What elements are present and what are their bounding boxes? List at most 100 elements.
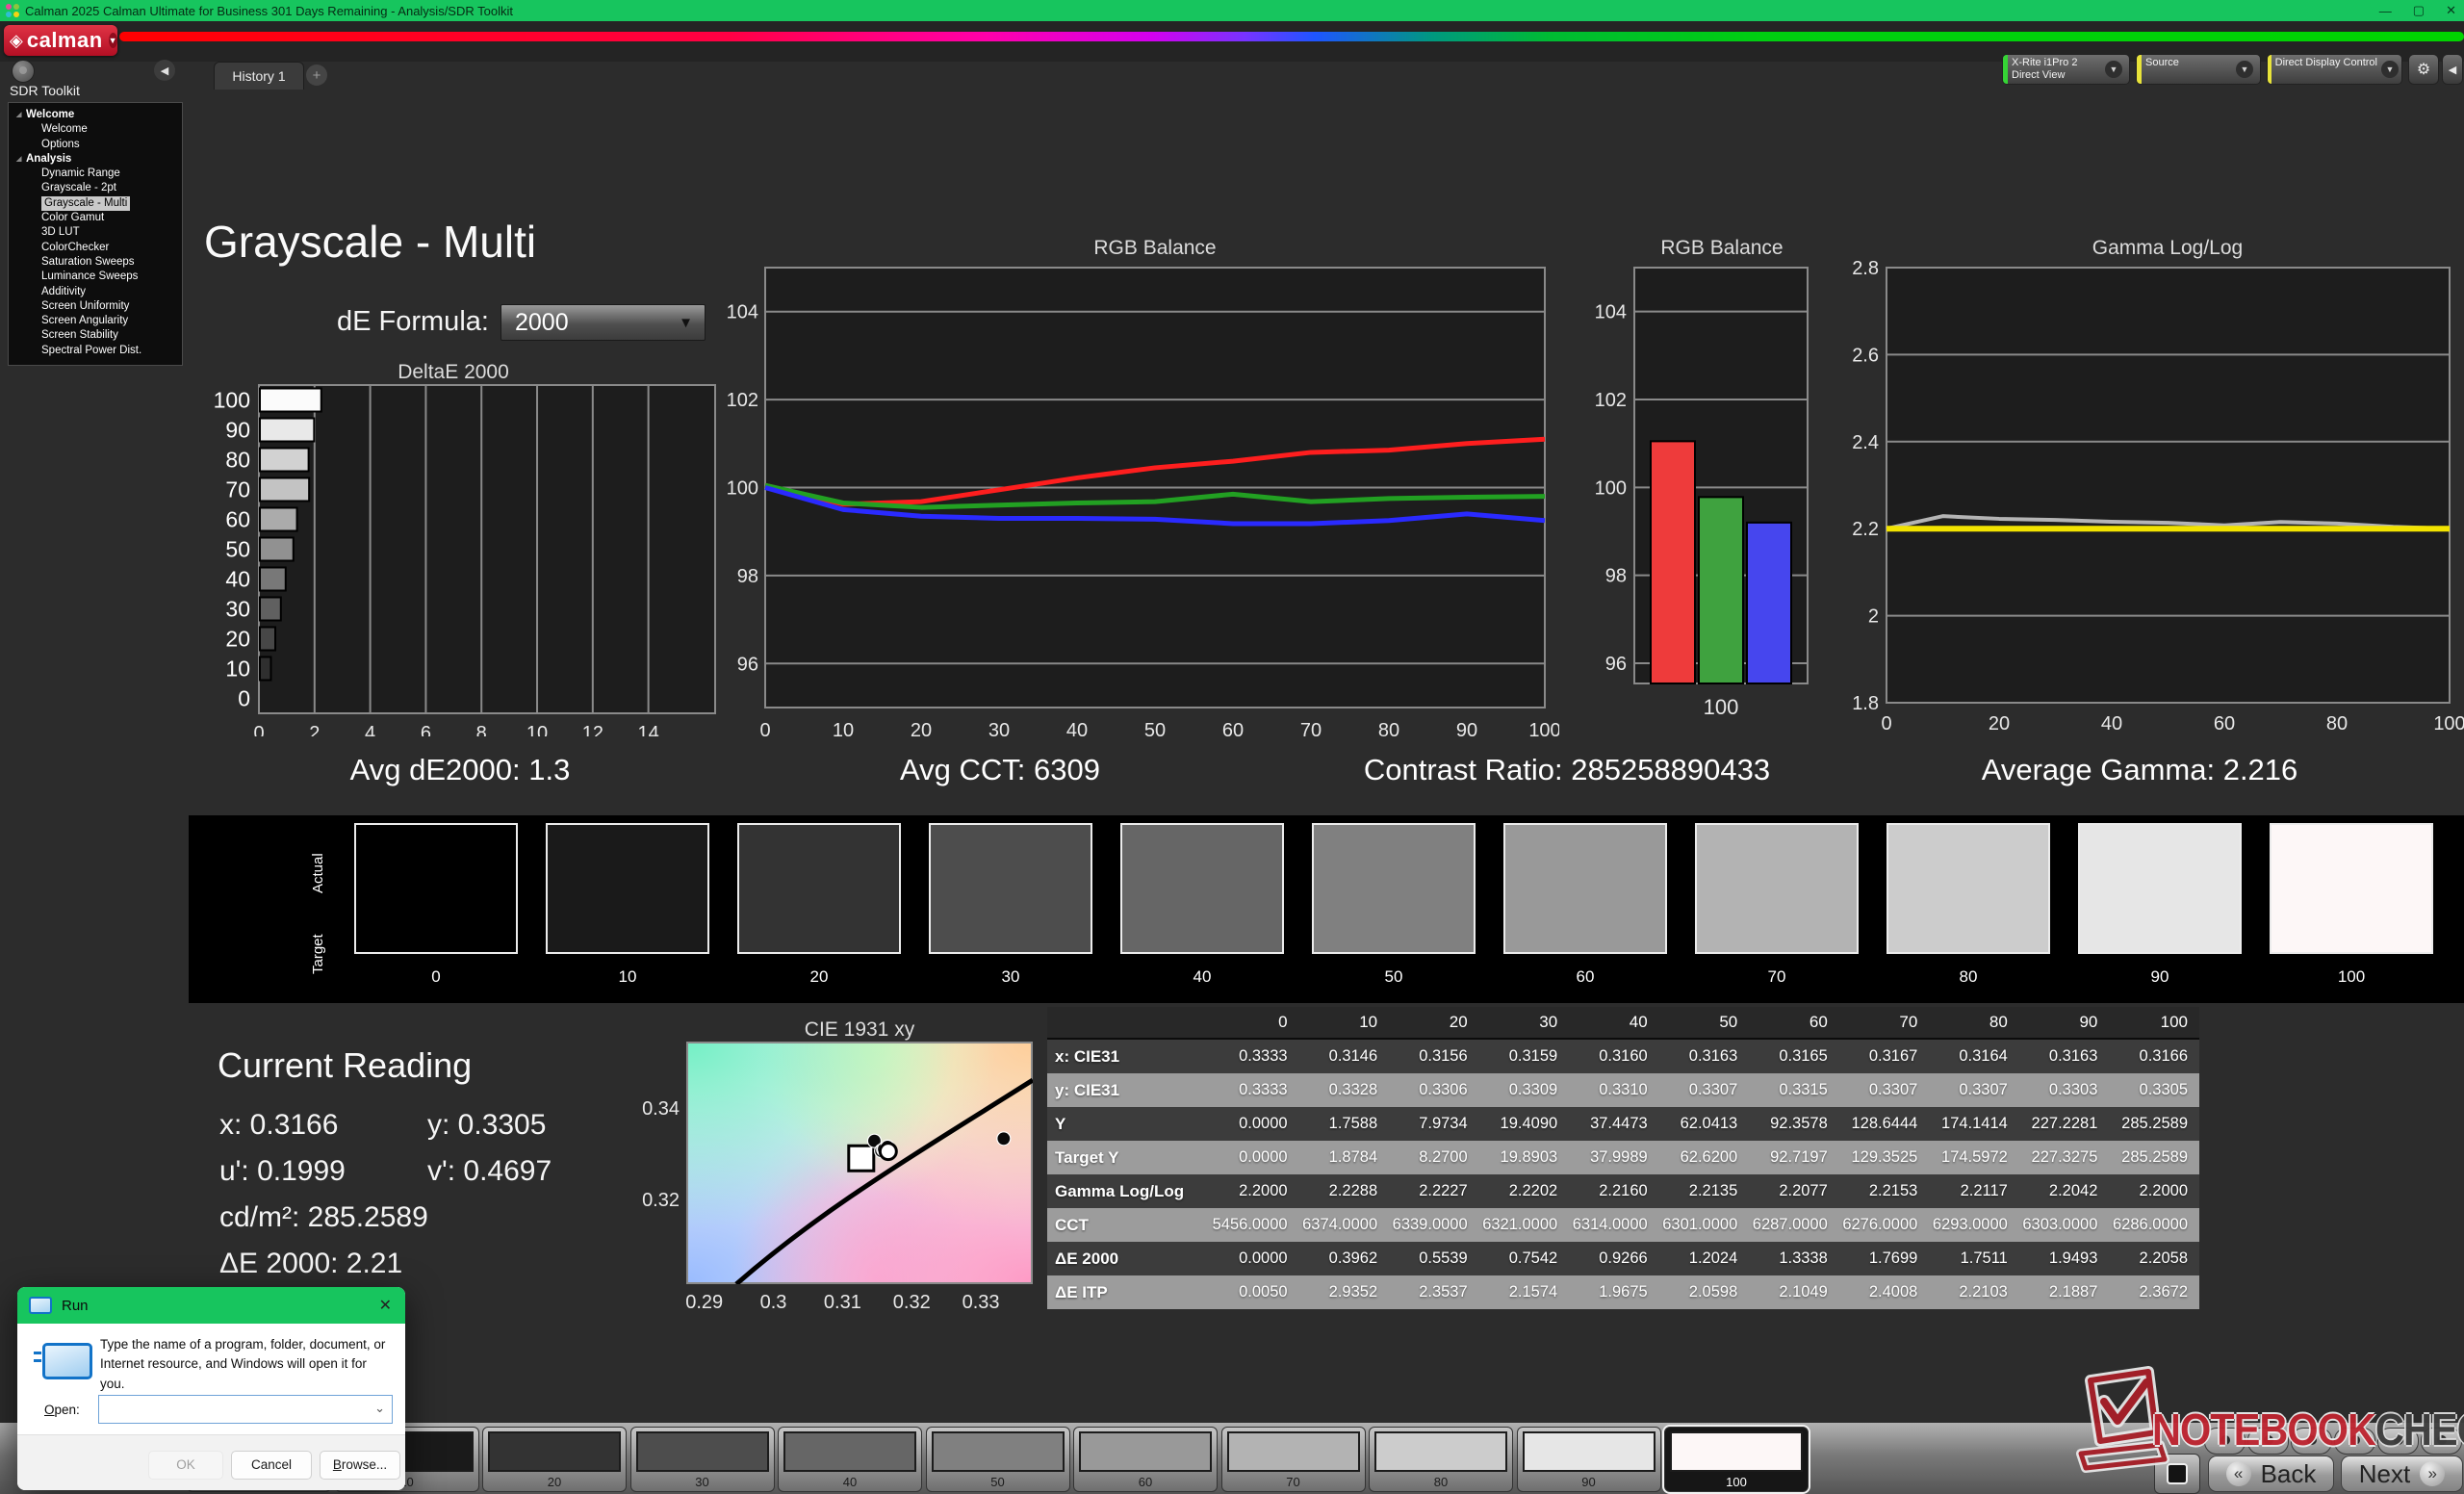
tree-item-label: Welcome xyxy=(26,108,74,122)
tree-expander-icon[interactable]: ◢ xyxy=(16,152,26,167)
tree-item-colorchecker[interactable]: ColorChecker xyxy=(9,241,182,255)
cancel-button[interactable]: Cancel xyxy=(231,1451,312,1480)
display-control-dropdown[interactable]: Direct Display Control ▼ xyxy=(2267,54,2402,85)
minimize-button[interactable]: — xyxy=(2379,4,2392,18)
tree-item-analysis[interactable]: ◢Analysis xyxy=(9,152,182,167)
pattern-button-50[interactable]: 50 xyxy=(926,1427,1070,1492)
meter-dropdown[interactable]: X-Rite i1Pro 2 Direct View ▼ xyxy=(2002,54,2130,85)
table-cell: 6301.0000 xyxy=(1659,1208,1750,1242)
dialog-close-icon[interactable]: ✕ xyxy=(379,1296,392,1315)
table-cell: 0.3333 xyxy=(1209,1039,1299,1073)
maximize-button[interactable]: ▢ xyxy=(2413,3,2425,18)
tree-item-grayscale-multi[interactable]: Grayscale - Multi xyxy=(9,196,182,211)
tree-item-screen-angularity[interactable]: Screen Angularity xyxy=(9,314,182,328)
open-combobox[interactable]: ⌄ xyxy=(98,1395,393,1424)
tree-item-label: Screen Uniformity xyxy=(41,299,129,314)
svg-text:6: 6 xyxy=(421,723,431,736)
table-cell: 0.3962 xyxy=(1299,1242,1390,1275)
tree-expander-icon[interactable]: ◢ xyxy=(16,108,26,122)
pattern-button-70[interactable]: 70 xyxy=(1221,1427,1366,1492)
table-cell: 6286.0000 xyxy=(2109,1208,2199,1242)
tree-item-grayscale-2pt[interactable]: Grayscale - 2pt xyxy=(9,181,182,195)
swatch-level-label: 100 xyxy=(2270,967,2433,987)
tree-item-options[interactable]: Options xyxy=(9,138,182,152)
table-cell: 19.4090 xyxy=(1479,1107,1570,1141)
table-cell: 0.3163 xyxy=(2019,1039,2110,1073)
tree-item-saturation-sweeps[interactable]: Saturation Sweeps xyxy=(9,255,182,270)
pattern-button-80[interactable]: 80 xyxy=(1369,1427,1513,1492)
cie-x-tick: 0.33 xyxy=(957,1292,1005,1314)
source-dropdown[interactable]: Source ▼ xyxy=(2136,54,2261,85)
table-row-label: x: CIE31 xyxy=(1047,1039,1209,1073)
table-col-header: 20 xyxy=(1389,1007,1479,1039)
add-tab-button[interactable]: + xyxy=(306,64,327,86)
table-cell: 0.3160 xyxy=(1569,1039,1659,1073)
svg-text:98: 98 xyxy=(737,566,758,587)
tree-item-screen-uniformity[interactable]: Screen Uniformity xyxy=(9,299,182,314)
tree-item-3d-lut[interactable]: 3D LUT xyxy=(9,225,182,240)
table-col-header: 60 xyxy=(1749,1007,1839,1039)
tree-item-label: Color Gamut xyxy=(41,211,104,225)
tree-item-welcome[interactable]: ◢Welcome xyxy=(9,108,182,122)
sidebar-collapse-button[interactable]: ◀ xyxy=(154,60,175,81)
tree-item-label: Luminance Sweeps xyxy=(41,270,138,284)
pattern-button-60[interactable]: 60 xyxy=(1073,1427,1218,1492)
table-corner xyxy=(1047,1007,1209,1039)
table-cell: 2.2058 xyxy=(2109,1242,2199,1275)
run-dialog-titlebar[interactable]: Run ✕ xyxy=(17,1287,405,1324)
table-cell: 1.9675 xyxy=(1569,1275,1659,1309)
table-cell: 37.9989 xyxy=(1569,1141,1659,1174)
tree-item-screen-stability[interactable]: Screen Stability xyxy=(9,328,182,343)
close-button[interactable]: ✕ xyxy=(2446,3,2456,18)
cie-x-tick: 0.31 xyxy=(818,1292,866,1314)
run-icon xyxy=(29,1297,52,1314)
tree-item-spectral-power-dist-[interactable]: Spectral Power Dist. xyxy=(9,344,182,358)
cie-y-tick: 0.32 xyxy=(633,1190,680,1212)
svg-text:40: 40 xyxy=(1066,720,1088,741)
pattern-swatch xyxy=(636,1431,769,1472)
svg-text:30: 30 xyxy=(988,720,1010,741)
tree-item-welcome[interactable]: Welcome xyxy=(9,122,182,137)
tree-item-color-gamut[interactable]: Color Gamut xyxy=(9,211,182,225)
pattern-label: 80 xyxy=(1370,1475,1512,1489)
color-gradient-bar xyxy=(119,32,2464,41)
stat-avg-cct: Avg CCT: 6309 xyxy=(900,753,1100,787)
pattern-button-40[interactable]: 40 xyxy=(778,1427,922,1492)
svg-text:90: 90 xyxy=(1456,720,1477,741)
de-formula-select[interactable]: 2000 ▼ xyxy=(500,304,706,341)
cie-markers-layer xyxy=(686,1042,1033,1284)
browse-button[interactable]: Browse... xyxy=(320,1451,400,1480)
stat-contrast-ratio: Contrast Ratio: 285258890433 xyxy=(1364,753,1770,787)
pattern-swatch xyxy=(1670,1431,1803,1472)
table-cell: 0.3309 xyxy=(1479,1073,1570,1107)
ok-button[interactable]: OK xyxy=(148,1451,223,1480)
plus-icon: + xyxy=(313,67,321,84)
pattern-button-20[interactable]: 20 xyxy=(482,1427,627,1492)
open-input[interactable] xyxy=(105,1399,369,1422)
table-row-label: ΔE ITP xyxy=(1047,1275,1209,1309)
pattern-button-90[interactable]: 90 xyxy=(1517,1427,1661,1492)
svg-text:10: 10 xyxy=(225,657,250,682)
pattern-button-30[interactable]: 30 xyxy=(630,1427,775,1492)
swatch-level-label: 70 xyxy=(1695,967,1859,987)
svg-text:80: 80 xyxy=(225,448,250,473)
tree-item-luminance-sweeps[interactable]: Luminance Sweeps xyxy=(9,270,182,284)
table-col-header: 100 xyxy=(2109,1007,2199,1039)
tree-item-label: Options xyxy=(41,138,80,152)
measurement-table: 0102030405060708090100x: CIE310.33330.31… xyxy=(1047,1007,2199,1309)
sidebar-pin-button[interactable] xyxy=(12,60,35,83)
pattern-label: 20 xyxy=(483,1475,626,1489)
tree-item-dynamic-range[interactable]: Dynamic Range xyxy=(9,167,182,181)
settings-button[interactable]: ⚙ xyxy=(2408,54,2439,85)
swatch-level-label: 30 xyxy=(929,967,1092,987)
table-cell: 2.2288 xyxy=(1299,1174,1390,1208)
chevron-down-icon: ▼ xyxy=(109,33,117,48)
svg-text:70: 70 xyxy=(1300,720,1322,741)
pattern-button-100[interactable]: 100 xyxy=(1664,1427,1809,1492)
panel-collapse-button[interactable]: ◀ xyxy=(2442,54,2463,85)
tree-item-additivity[interactable]: Additivity xyxy=(9,285,182,299)
calman-menu-button[interactable]: ◈ calman ▼ xyxy=(4,25,117,56)
tree-item-label: Screen Stability xyxy=(41,328,118,343)
svg-text:20: 20 xyxy=(1989,713,2010,734)
tab-history-1[interactable]: History 1 xyxy=(214,62,304,90)
